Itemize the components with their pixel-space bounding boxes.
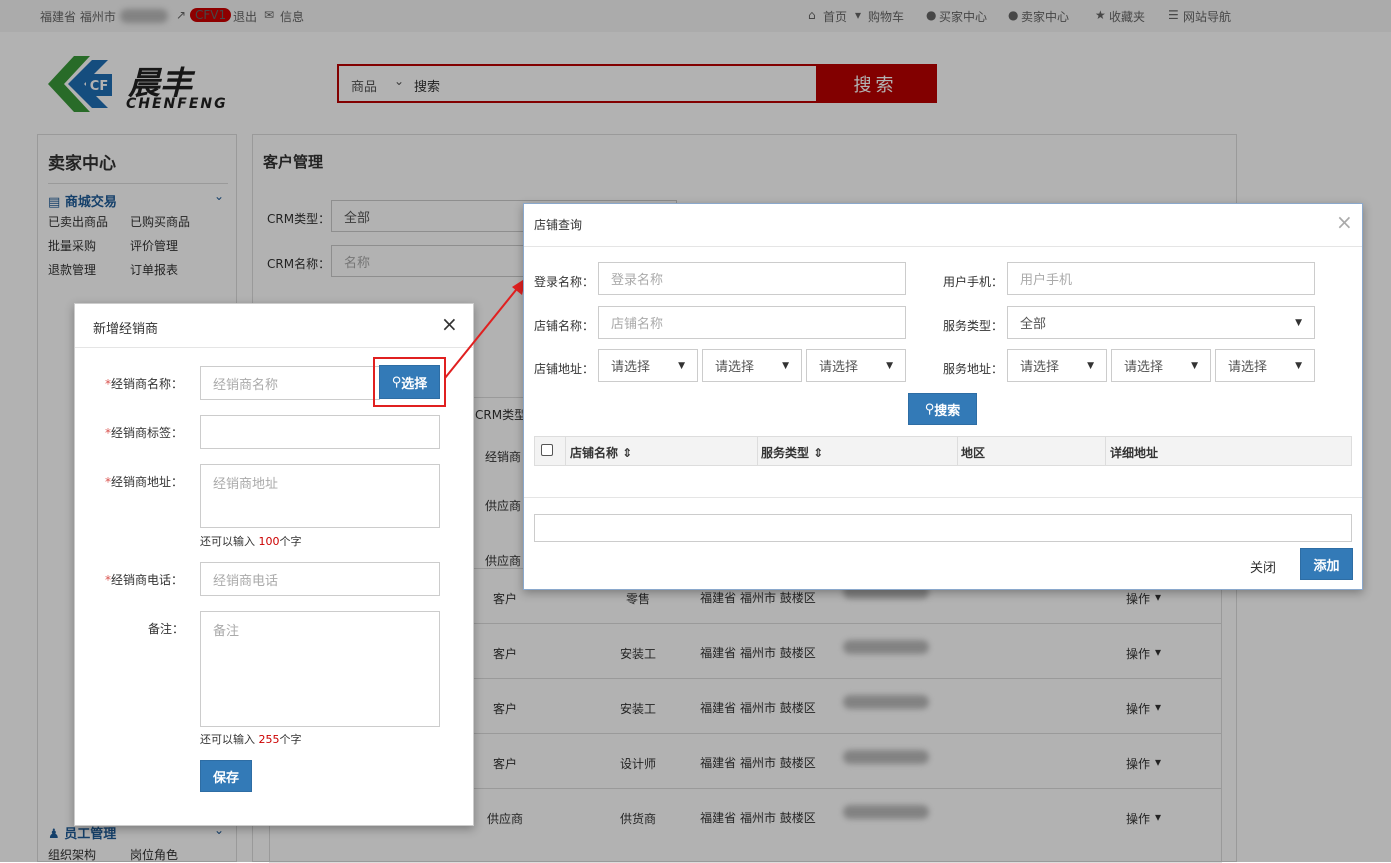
- dealer-name-label: *经销商名称：: [105, 377, 184, 391]
- service-province-select[interactable]: 请选择 ▼: [1007, 349, 1107, 382]
- divider: [524, 497, 1362, 498]
- login-name-input[interactable]: 登录名称: [598, 262, 906, 295]
- remark-textarea[interactable]: 备注: [200, 611, 440, 727]
- divider: [957, 437, 958, 465]
- select-button[interactable]: ⚲ 选择: [379, 365, 440, 399]
- save-button[interactable]: 保存: [200, 760, 252, 792]
- remark-label: 备注：: [148, 622, 185, 636]
- store-city-select[interactable]: 请选择 ▼: [702, 349, 802, 382]
- hint-text: 个字: [279, 535, 302, 548]
- close-button[interactable]: 关闭: [1250, 557, 1276, 576]
- dealer-modal: 新增经销商 × *经销商名称： 经销商名称 ⚲ 选择 *经销商标签： *经销商地…: [74, 303, 474, 826]
- header-text: 店铺名称: [570, 446, 619, 460]
- select-value: 请选择: [1020, 360, 1060, 375]
- divider: [75, 347, 473, 348]
- caret-down-icon: ▼: [1295, 317, 1302, 328]
- select-all-checkbox[interactable]: [541, 444, 553, 456]
- column-header-region: 地区: [961, 446, 986, 460]
- column-header-detail-address: 详细地址: [1110, 446, 1159, 460]
- column-header-store-name[interactable]: 店铺名称 ⇕: [570, 444, 632, 461]
- close-icon[interactable]: ×: [1336, 210, 1353, 234]
- annotation-arrow: [444, 278, 526, 379]
- add-button[interactable]: 添加: [1300, 548, 1353, 580]
- user-phone-label: 用户手机：: [943, 275, 1004, 289]
- dealer-tag-label: *经销商标签：: [105, 426, 184, 440]
- caret-down-icon: ▼: [782, 360, 789, 371]
- button-label: 选择: [401, 376, 428, 392]
- store-district-select[interactable]: 请选择 ▼: [806, 349, 906, 382]
- select-value: 请选择: [715, 360, 755, 375]
- store-address-label: 店铺地址：: [534, 362, 595, 376]
- caret-down-icon: ▼: [1191, 360, 1198, 371]
- service-district-select[interactable]: 请选择 ▼: [1215, 349, 1315, 382]
- label-text: 经销商名称：: [111, 377, 184, 391]
- caret-down-icon: ▼: [886, 360, 893, 371]
- hint-text: 还可以输入: [200, 535, 255, 548]
- divider: [565, 437, 566, 465]
- select-value: 请选择: [611, 360, 651, 375]
- caret-down-icon: ▼: [1295, 360, 1302, 371]
- hint-count: 100: [258, 535, 280, 548]
- hint-count: 255: [258, 733, 280, 746]
- select-value: 全部: [1020, 317, 1047, 332]
- select-value: 请选择: [1228, 360, 1268, 375]
- caret-down-icon: ▼: [678, 360, 685, 371]
- select-value: 请选择: [819, 360, 859, 375]
- divider: [757, 437, 758, 465]
- divider: [1105, 437, 1106, 465]
- address-hint: 还可以输入 100个字: [200, 533, 302, 549]
- store-query-modal: 店铺查询 × 登录名称： 登录名称 用户手机： 用户手机 店铺名称： 店铺名称 …: [523, 203, 1363, 590]
- caret-down-icon: ▼: [1087, 360, 1094, 371]
- dealer-name-input[interactable]: 经销商名称: [200, 366, 380, 400]
- service-type-select[interactable]: 全部 ▼: [1007, 306, 1315, 339]
- dealer-tag-input[interactable]: [200, 415, 440, 449]
- hint-text: 个字: [279, 733, 302, 746]
- pagination-bar[interactable]: [534, 514, 1352, 542]
- dealer-address-label: *经销商地址：: [105, 475, 184, 489]
- service-city-select[interactable]: 请选择 ▼: [1111, 349, 1211, 382]
- user-phone-input[interactable]: 用户手机: [1007, 262, 1315, 295]
- hint-text: 还可以输入: [200, 733, 255, 746]
- store-province-select[interactable]: 请选择 ▼: [598, 349, 698, 382]
- label-text: 经销商电话：: [111, 573, 184, 587]
- label-text: 经销商标签：: [111, 426, 184, 440]
- divider: [524, 246, 1362, 247]
- dealer-phone-input[interactable]: 经销商电话: [200, 562, 440, 596]
- results-table-header: 店铺名称 ⇕ 服务类型 ⇕ 地区 详细地址: [534, 436, 1352, 466]
- store-name-label: 店铺名称：: [534, 319, 595, 333]
- sort-icon: ⇕: [813, 446, 824, 460]
- sort-icon: ⇕: [622, 446, 633, 460]
- header-text: 服务类型: [761, 446, 810, 460]
- service-type-label: 服务类型：: [943, 319, 1004, 333]
- store-name-input[interactable]: 店铺名称: [598, 306, 906, 339]
- store-search-button[interactable]: ⚲ 搜索: [908, 393, 977, 425]
- remark-hint: 还可以输入 255个字: [200, 731, 302, 747]
- modal-title: 新增经销商: [93, 322, 159, 337]
- select-value: 请选择: [1124, 360, 1164, 375]
- service-address-label: 服务地址：: [943, 362, 1004, 376]
- label-text: 经销商地址：: [111, 475, 184, 489]
- dealer-phone-label: *经销商电话：: [105, 573, 184, 587]
- login-name-label: 登录名称：: [534, 275, 595, 289]
- column-header-service-type[interactable]: 服务类型 ⇕: [761, 444, 823, 461]
- modal-title: 店铺查询: [534, 218, 583, 232]
- dealer-address-textarea[interactable]: 经销商地址: [200, 464, 440, 528]
- button-label: 搜索: [934, 403, 961, 419]
